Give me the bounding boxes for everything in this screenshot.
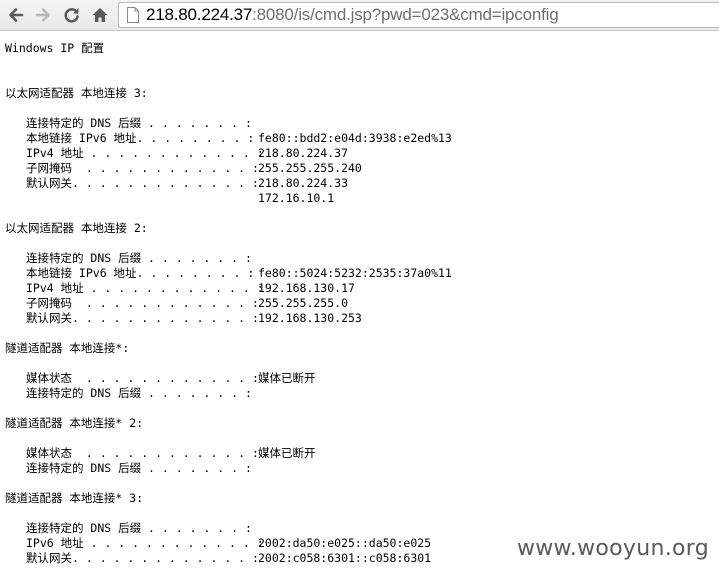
- row-label: 本地链接 IPv6 地址. . . . . . . . :: [26, 266, 255, 280]
- row-label: 媒体状态 . . . . . . . . . . . . :: [26, 371, 259, 385]
- section-header: 隧道适配器 本地连接* 3:: [5, 491, 144, 505]
- row-label: 子网掩码 . . . . . . . . . . . . :: [26, 296, 259, 310]
- row-value: 192.168.130.17: [258, 281, 355, 295]
- row-label: 默认网关. . . . . . . . . . . . . :: [26, 311, 259, 325]
- row-value: 2002:c058:6301::c058:6301: [258, 551, 432, 565]
- row-label: IPv4 地址 . . . . . . . . . . . . :: [26, 281, 264, 295]
- address-bar[interactable]: 218.80.224.37:8080/is/cmd.jsp?pwd=023&cm…: [118, 2, 719, 28]
- url-host: 218.80.224.37: [146, 5, 253, 24]
- back-arrow-icon: [9, 8, 24, 22]
- row-label: IPv6 地址 . . . . . . . . . . . . :: [26, 536, 264, 550]
- row-label: 连接特定的 DNS 后缀 . . . . . . . :: [26, 251, 252, 265]
- forward-arrow-icon: [35, 8, 50, 22]
- row-value: 255.255.255.0: [258, 296, 349, 310]
- page-icon: [127, 7, 139, 23]
- row-label: IPv4 地址 . . . . . . . . . . . . :: [26, 146, 264, 160]
- output-title: Windows IP 配置: [5, 41, 105, 55]
- row-label: 连接特定的 DNS 后缀 . . . . . . . :: [26, 386, 252, 400]
- row-value: fe80::bdd2:e04d:3938:e2ed%13: [258, 131, 452, 145]
- row-value: 媒体已断开: [258, 446, 316, 460]
- forward-button[interactable]: [32, 4, 54, 26]
- row-label: 默认网关. . . . . . . . . . . . . :: [26, 551, 259, 565]
- row-value: 218.80.224.33: [258, 176, 349, 190]
- row-value: 255.255.255.240: [258, 161, 362, 175]
- home-icon: [92, 8, 108, 22]
- row-value: 2002:da50:e025::da50:e025: [258, 536, 432, 550]
- row-label: 默认网关. . . . . . . . . . . . . :: [26, 176, 259, 190]
- row-label: 连接特定的 DNS 后缀 . . . . . . . :: [26, 461, 252, 475]
- home-button[interactable]: [89, 4, 111, 26]
- row-value: fe80::5024:5232:2535:37a0%11: [258, 266, 452, 280]
- row-label: 子网掩码 . . . . . . . . . . . . :: [26, 161, 259, 175]
- row-label: 连接特定的 DNS 后缀 . . . . . . . :: [26, 521, 252, 535]
- reload-icon: [64, 8, 79, 23]
- row-value: 媒体已断开: [258, 371, 316, 385]
- browser-toolbar: 218.80.224.37:8080/is/cmd.jsp?pwd=023&cm…: [0, 0, 719, 31]
- section-header: 以太网适配器 本地连接 3:: [5, 86, 148, 100]
- reload-button[interactable]: [61, 4, 83, 26]
- section-header: 隧道适配器 本地连接* 2:: [5, 416, 144, 430]
- row-label: 本地链接 IPv6 地址. . . . . . . . :: [26, 131, 255, 145]
- url-path: :8080/is/cmd.jsp?pwd=023&cmd=ipconfig: [252, 5, 559, 24]
- back-button[interactable]: [5, 4, 27, 26]
- row-value: 218.80.224.37: [258, 146, 349, 160]
- page-content: Windows IP 配置 以太网适配器 本地连接 3: 连接特定的 DNS 后…: [0, 31, 719, 574]
- row-label: 媒体状态 . . . . . . . . . . . . :: [26, 446, 259, 460]
- row-value: 172.16.10.1: [258, 191, 335, 205]
- row-label: 连接特定的 DNS 后缀 . . . . . . . :: [26, 116, 252, 130]
- url-text[interactable]: 218.80.224.37:8080/is/cmd.jsp?pwd=023&cm…: [146, 5, 559, 25]
- watermark: www.wooyun.org: [516, 536, 709, 561]
- section-header: 隧道适配器 本地连接*:: [5, 341, 130, 355]
- row-value: 192.168.130.253: [258, 311, 362, 325]
- section-header: 以太网适配器 本地连接 2:: [5, 221, 148, 235]
